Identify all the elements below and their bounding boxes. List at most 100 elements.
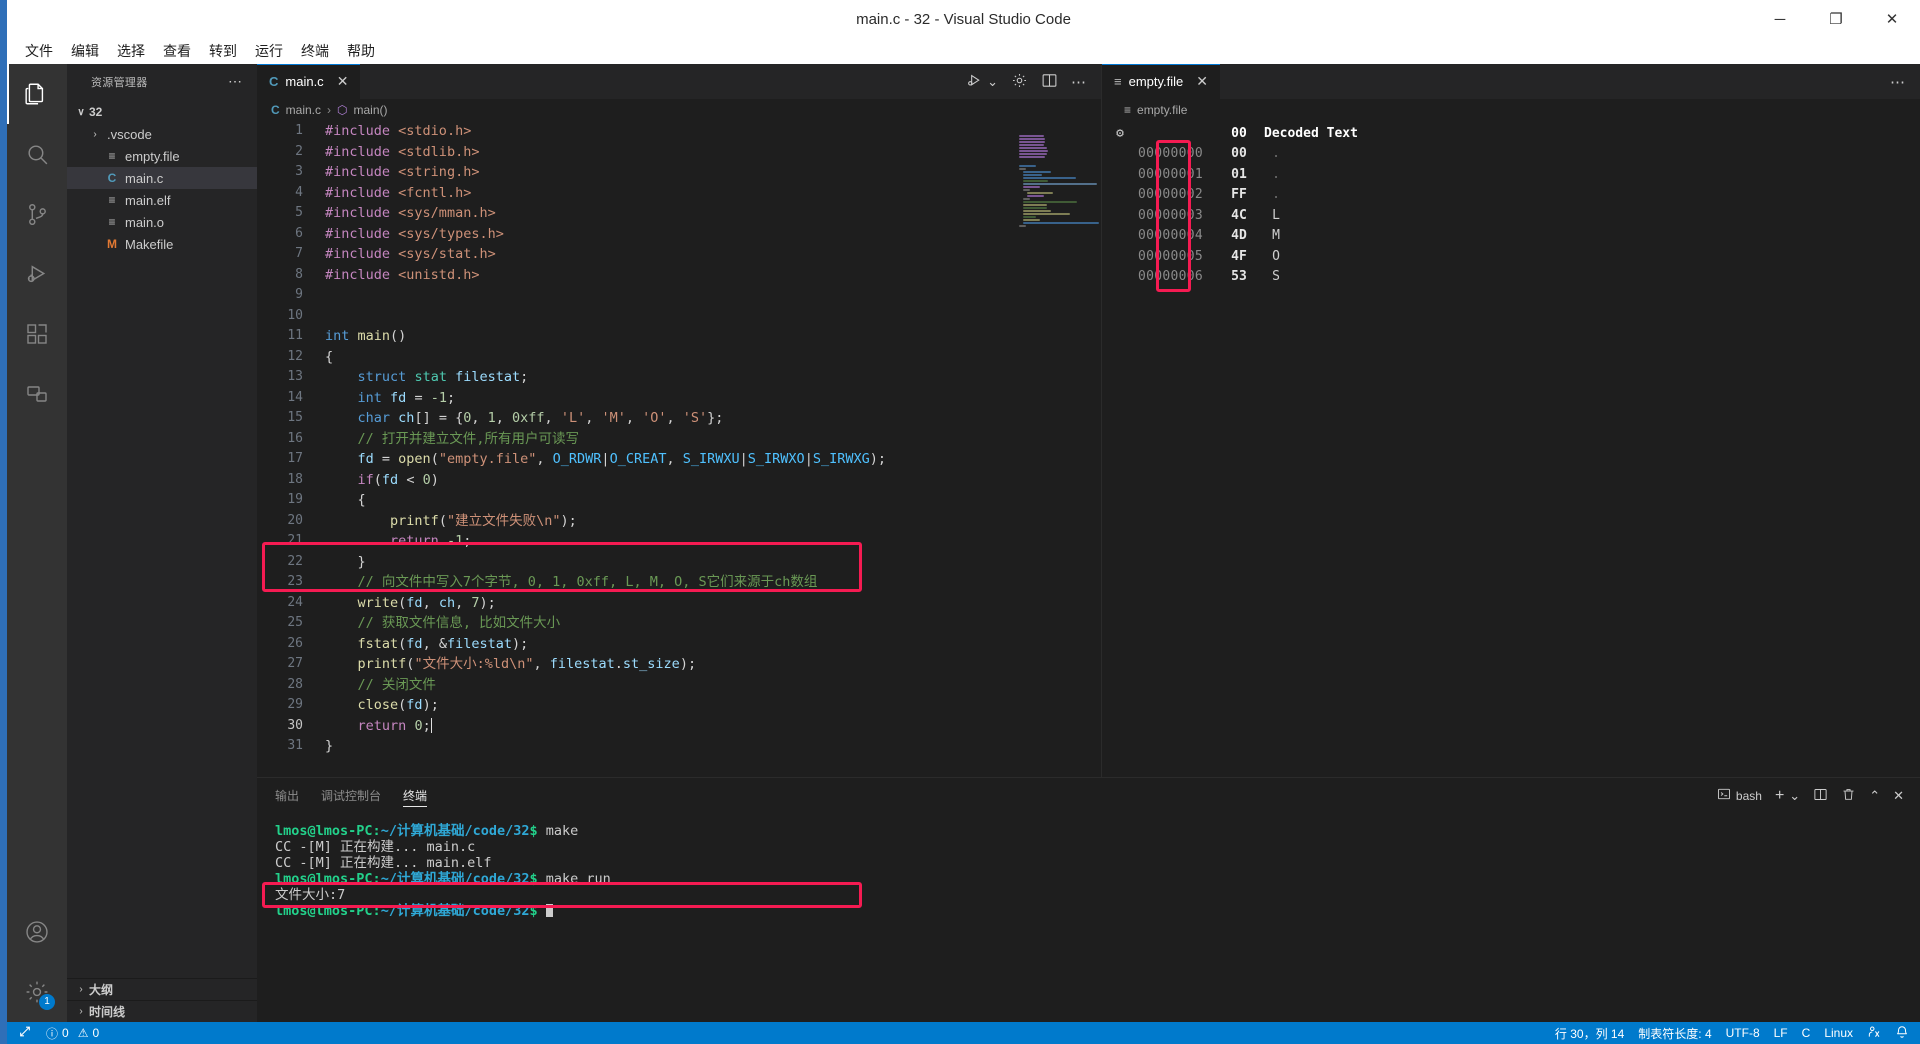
- maximize-icon[interactable]: ❐: [1808, 0, 1864, 38]
- code-line[interactable]: 1#include <stdio.h>: [257, 121, 1101, 142]
- new-terminal-icon[interactable]: +: [1775, 787, 1784, 805]
- menu-item-terminal[interactable]: 终端: [293, 39, 337, 63]
- code-line[interactable]: 24 write(fd, ch, 7);: [257, 593, 1101, 614]
- close-icon[interactable]: ✕: [1196, 73, 1208, 90]
- code-line[interactable]: 19 {: [257, 490, 1101, 511]
- hex-byte[interactable]: 4C: [1222, 208, 1256, 223]
- more-actions-icon[interactable]: ⋯: [1890, 73, 1906, 91]
- code-line[interactable]: 6#include <sys/types.h>: [257, 224, 1101, 245]
- tree-item-makefile[interactable]: M Makefile: [67, 233, 257, 255]
- kill-terminal-icon[interactable]: [1841, 787, 1856, 805]
- menu-item-view[interactable]: 查看: [155, 39, 199, 63]
- tree-item-vscode[interactable]: › .vscode: [67, 123, 257, 145]
- hex-table[interactable]: ⚙ 00 Decoded Text 0000000000.0000000101.…: [1102, 121, 1920, 777]
- activity-run-and-debug[interactable]: [7, 244, 67, 304]
- code-line[interactable]: 10: [257, 306, 1101, 327]
- code-line[interactable]: 2#include <stdlib.h>: [257, 142, 1101, 163]
- hex-decoded-char[interactable]: .: [1256, 146, 1296, 161]
- code-line[interactable]: 30 return 0;: [257, 716, 1101, 737]
- minimap[interactable]: [1019, 135, 1095, 228]
- panel-tab-terminal[interactable]: 终端: [403, 778, 427, 813]
- code-line[interactable]: 17 fd = open("empty.file", O_RDWR|O_CREA…: [257, 449, 1101, 470]
- status-problems[interactable]: ⓘ 0 ⚠ 0: [39, 1022, 106, 1044]
- breadcrumb-file[interactable]: main.c: [286, 103, 321, 117]
- code-line[interactable]: 25 // 获取文件信息, 比如文件大小: [257, 613, 1101, 634]
- hex-decoded-char[interactable]: O: [1256, 249, 1296, 264]
- tree-item-main-c[interactable]: C main.c: [67, 167, 257, 189]
- hex-row[interactable]: 0000000653S: [1102, 267, 1920, 288]
- hex-row[interactable]: 0000000000.: [1102, 144, 1920, 165]
- hex-row[interactable]: 000000054FO: [1102, 246, 1920, 267]
- hex-row[interactable]: 0000000101.: [1102, 164, 1920, 185]
- code-line[interactable]: 31}: [257, 736, 1101, 757]
- activity-extensions[interactable]: [7, 304, 67, 364]
- hex-decoded-char[interactable]: .: [1256, 187, 1296, 202]
- hex-breadcrumb-label[interactable]: empty.file: [1137, 103, 1187, 117]
- panel-tab-output[interactable]: 输出: [275, 778, 299, 813]
- status-remote-indicator[interactable]: [11, 1022, 39, 1044]
- status-language-mode[interactable]: C: [1795, 1022, 1818, 1044]
- hex-byte[interactable]: 4D: [1222, 228, 1256, 243]
- menu-item-help[interactable]: 帮助: [339, 39, 383, 63]
- tree-item-main-o[interactable]: ≡ main.o: [67, 211, 257, 233]
- activity-source-control[interactable]: [7, 184, 67, 244]
- code-line[interactable]: 27 printf("文件大小:%ld\n", filestat.st_size…: [257, 654, 1101, 675]
- sidebar-section-timeline[interactable]: › 时间线: [67, 1000, 257, 1022]
- hex-decoded-char[interactable]: M: [1256, 228, 1296, 243]
- hex-decoded-char[interactable]: L: [1256, 208, 1296, 223]
- gear-icon[interactable]: [1011, 72, 1028, 92]
- code-line[interactable]: 13 struct stat filestat;: [257, 367, 1101, 388]
- chevron-down-icon[interactable]: ⌄: [1789, 788, 1800, 804]
- activity-search[interactable]: [7, 124, 67, 184]
- hex-decoded-char[interactable]: S: [1256, 269, 1296, 284]
- tree-root-32[interactable]: ∨ 32: [67, 101, 257, 123]
- editor-scrollbar[interactable]: [1091, 121, 1101, 777]
- hex-byte[interactable]: 4F: [1222, 249, 1256, 264]
- code-line[interactable]: 8#include <unistd.h>: [257, 265, 1101, 286]
- tree-item-empty-file[interactable]: ≡ empty.file: [67, 145, 257, 167]
- status-screencast[interactable]: [1860, 1022, 1888, 1044]
- code-line[interactable]: 9: [257, 285, 1101, 306]
- split-editor-icon[interactable]: [1041, 72, 1058, 92]
- code-line[interactable]: 23 // 向文件中写入7个字节, 0, 1, 0xff, L, M, O, S…: [257, 572, 1101, 593]
- hex-byte[interactable]: FF: [1222, 187, 1256, 202]
- activity-remote-explorer[interactable]: [7, 364, 67, 424]
- terminal-shell-selector[interactable]: bash: [1717, 787, 1762, 804]
- activity-accounts[interactable]: [7, 902, 67, 962]
- code-line[interactable]: 11int main(): [257, 326, 1101, 347]
- close-icon[interactable]: ✕: [1864, 0, 1920, 38]
- hex-row[interactable]: 000000034CL: [1102, 205, 1920, 226]
- code-line[interactable]: 28 // 关闭文件: [257, 675, 1101, 696]
- hex-row[interactable]: 000000044DM: [1102, 226, 1920, 247]
- tab-main-c[interactable]: C main.c ✕: [257, 64, 361, 99]
- code-line[interactable]: 3#include <string.h>: [257, 162, 1101, 183]
- code-line[interactable]: 7#include <sys/stat.h>: [257, 244, 1101, 265]
- code-line[interactable]: 4#include <fcntl.h>: [257, 183, 1101, 204]
- chevron-down-icon[interactable]: ⌄: [987, 74, 998, 90]
- activity-settings[interactable]: 1: [7, 962, 67, 1022]
- sidebar-more-icon[interactable]: ⋯: [228, 73, 243, 90]
- status-platform[interactable]: Linux: [1817, 1022, 1860, 1044]
- status-eol[interactable]: LF: [1767, 1022, 1795, 1044]
- menu-item-file[interactable]: 文件: [17, 39, 61, 63]
- hex-byte[interactable]: 00: [1222, 146, 1256, 161]
- split-terminal-icon[interactable]: [1813, 787, 1828, 805]
- activity-explorer[interactable]: [7, 64, 67, 124]
- code-line[interactable]: 14 int fd = -1;: [257, 388, 1101, 409]
- hex-byte[interactable]: 01: [1222, 167, 1256, 182]
- close-icon[interactable]: ✕: [337, 73, 349, 90]
- code-editor[interactable]: 1#include <stdio.h>2#include <stdlib.h>3…: [257, 121, 1101, 777]
- code-line[interactable]: 29 close(fd);: [257, 695, 1101, 716]
- status-notifications[interactable]: [1888, 1022, 1916, 1044]
- code-line[interactable]: 26 fstat(fd, &filestat);: [257, 634, 1101, 655]
- maximize-panel-icon[interactable]: ⌃: [1869, 788, 1880, 804]
- code-line[interactable]: 5#include <sys/mman.h>: [257, 203, 1101, 224]
- panel-tab-debug-console[interactable]: 调试控制台: [321, 778, 381, 813]
- code-line[interactable]: 16 // 打开并建立文件,所有用户可读写: [257, 429, 1101, 450]
- breadcrumb-symbol[interactable]: main(): [354, 103, 388, 117]
- status-tab-size[interactable]: 制表符长度: 4: [1631, 1022, 1718, 1044]
- menu-item-edit[interactable]: 编辑: [63, 39, 107, 63]
- more-actions-icon[interactable]: ⋯: [1071, 73, 1087, 91]
- tree-item-main-elf[interactable]: ≡ main.elf: [67, 189, 257, 211]
- minimize-icon[interactable]: ─: [1752, 0, 1808, 38]
